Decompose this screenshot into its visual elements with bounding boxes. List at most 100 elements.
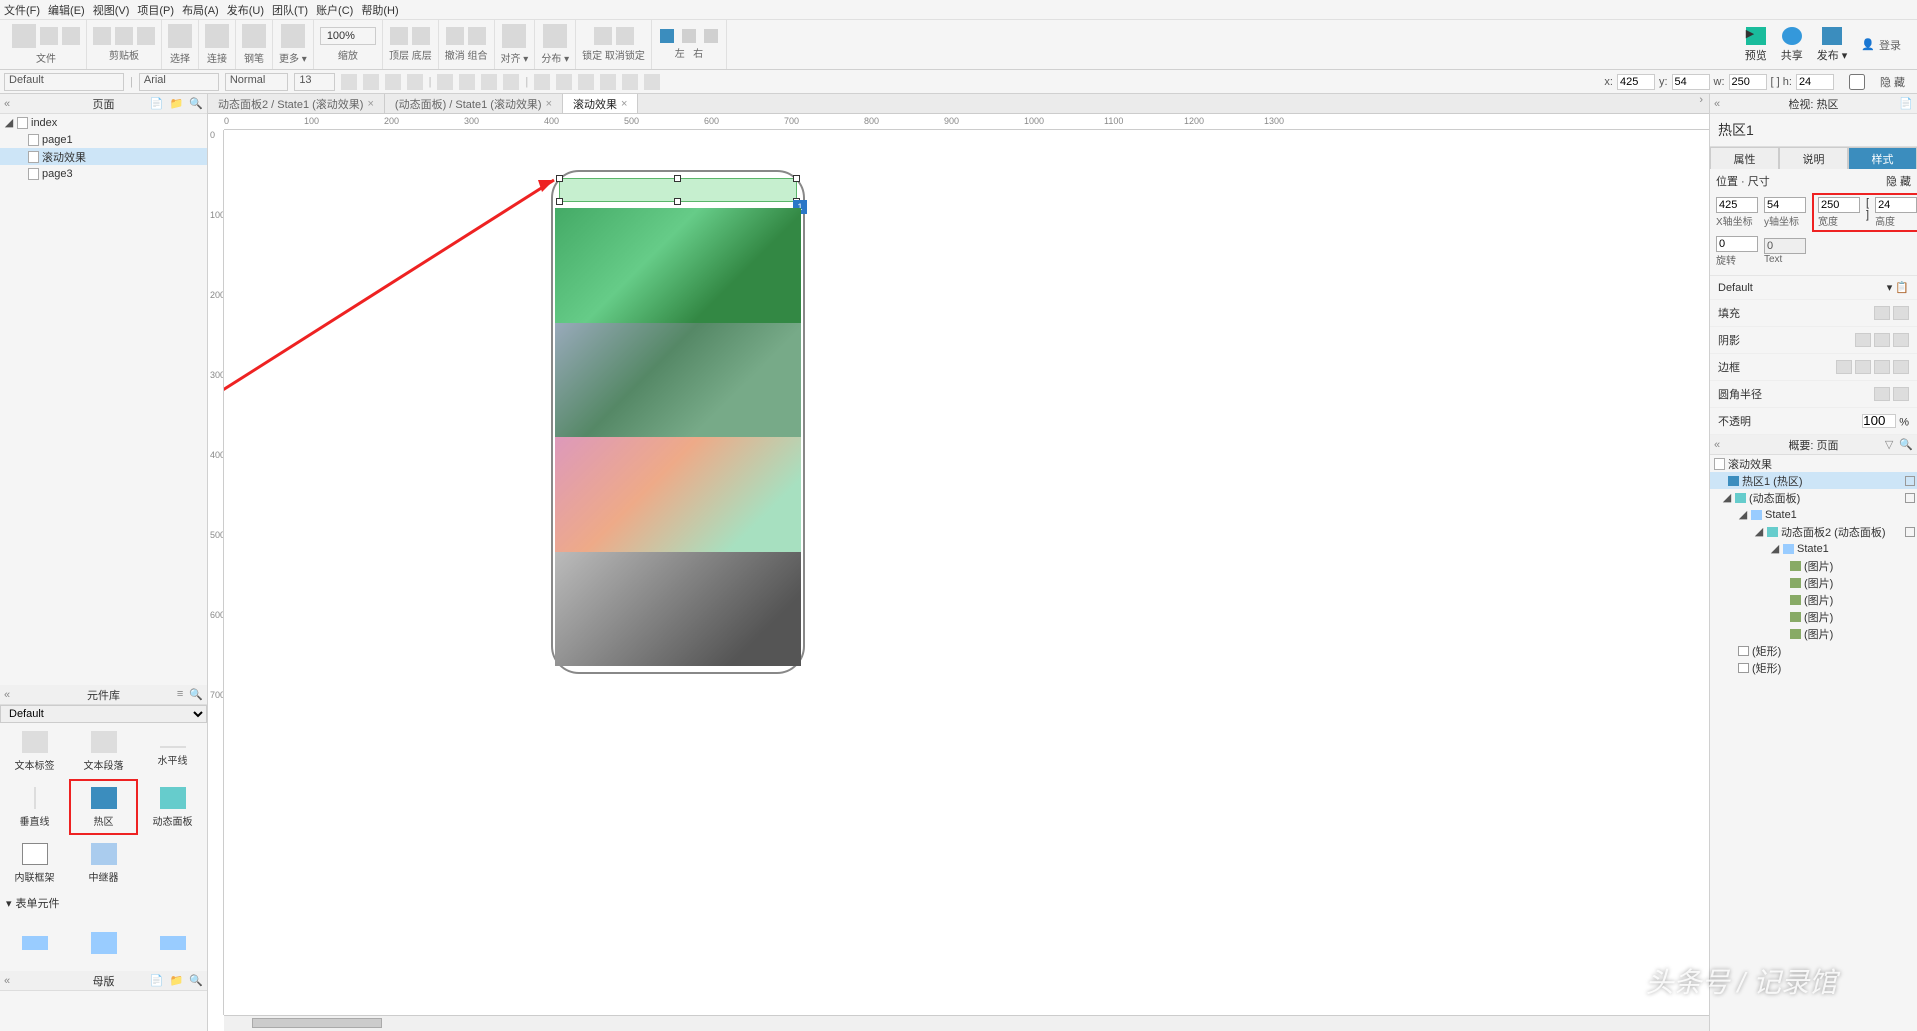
folder-icon[interactable]: 📁: [170, 974, 184, 987]
align-r-btn[interactable]: [578, 74, 594, 90]
fill-swatch[interactable]: [1874, 306, 1890, 320]
page-icon[interactable]: 📄: [1899, 97, 1913, 110]
collapse-icon[interactable]: «: [4, 98, 10, 110]
preview-icon[interactable]: ▶: [1746, 27, 1766, 45]
zoom-select[interactable]: 100%: [320, 27, 376, 45]
menu-team[interactable]: 团队(T): [272, 2, 308, 18]
weight-select[interactable]: Normal: [225, 73, 288, 91]
copy-icon[interactable]: [115, 27, 133, 45]
lock-icon[interactable]: [594, 27, 612, 45]
publish-icon[interactable]: [1822, 27, 1842, 45]
cut-icon[interactable]: [93, 27, 111, 45]
shadow-btn[interactable]: [503, 74, 519, 90]
widget-form-item[interactable]: [0, 915, 69, 971]
widget-text-label[interactable]: 文本标签: [0, 723, 69, 779]
text-color-btn[interactable]: [407, 74, 423, 90]
outline-item[interactable]: (矩形): [1710, 659, 1917, 676]
share-icon[interactable]: [1782, 27, 1802, 45]
outline-item[interactable]: (图片): [1710, 591, 1917, 608]
align-l-btn[interactable]: [534, 74, 550, 90]
widget-hotspot[interactable]: 热区: [69, 779, 138, 835]
menu-help[interactable]: 帮助(H): [361, 2, 398, 18]
select-icon[interactable]: [168, 24, 192, 48]
open-file-icon[interactable]: [40, 27, 58, 45]
doc-style-select[interactable]: Default: [4, 73, 124, 91]
valign-b-btn[interactable]: [644, 74, 660, 90]
menu-publish[interactable]: 发布(U): [227, 2, 264, 18]
italic-btn[interactable]: [363, 74, 379, 90]
collapse-icon[interactable]: «: [1714, 98, 1720, 110]
widget-text-para[interactable]: 文本段落: [69, 723, 138, 779]
group-icon[interactable]: [468, 27, 486, 45]
login-button[interactable]: 👤登录: [1861, 37, 1901, 53]
tree-page-active[interactable]: 滚动效果: [0, 148, 207, 165]
tab-props[interactable]: 属性: [1710, 147, 1779, 169]
collapse-icon[interactable]: «: [1714, 439, 1720, 451]
tab[interactable]: (动态面板) / State1 (滚动效果)×: [385, 94, 563, 113]
outline-item[interactable]: (图片): [1710, 557, 1917, 574]
outline-item[interactable]: (图片): [1710, 625, 1917, 642]
paste-icon[interactable]: [137, 27, 155, 45]
outline-item[interactable]: (矩形): [1710, 642, 1917, 659]
widget-iframe[interactable]: 内联框架: [0, 835, 69, 891]
add-page-icon[interactable]: 📄: [150, 97, 164, 110]
image-4[interactable]: [555, 552, 801, 667]
menu-edit[interactable]: 编辑(E): [48, 2, 85, 18]
more-icon[interactable]: [281, 24, 305, 48]
font-select[interactable]: Arial: [139, 73, 219, 91]
add-icon[interactable]: 📄: [150, 974, 164, 987]
unlock-icon[interactable]: [616, 27, 634, 45]
hotspot-selection[interactable]: [559, 178, 797, 202]
save-file-icon[interactable]: [62, 27, 80, 45]
bold-btn[interactable]: [341, 74, 357, 90]
lib-select[interactable]: Default: [0, 705, 207, 723]
filter-icon[interactable]: ▽: [1885, 438, 1893, 451]
selection-name[interactable]: 热区1: [1710, 114, 1917, 147]
search-icon[interactable]: 🔍: [189, 688, 203, 701]
outline-item[interactable]: ◢State1: [1710, 540, 1917, 557]
widget-hline[interactable]: 水平线: [138, 723, 207, 779]
scroll-right-icon[interactable]: ›: [1693, 94, 1709, 113]
resize-handle[interactable]: [674, 198, 681, 205]
close-icon[interactable]: ×: [546, 98, 552, 110]
canvas[interactable]: 1: [224, 130, 1709, 1015]
line-btn[interactable]: [459, 74, 475, 90]
menu-view[interactable]: 视图(V): [93, 2, 130, 18]
tab-active[interactable]: 滚动效果×: [563, 94, 638, 113]
resize-handle[interactable]: [674, 175, 681, 182]
image-2[interactable]: [555, 323, 801, 438]
insp-y-input[interactable]: [1764, 197, 1806, 213]
front-icon[interactable]: [390, 27, 408, 45]
align-center-btn[interactable]: [682, 29, 696, 43]
size-select[interactable]: 13: [294, 73, 334, 91]
insp-w-input[interactable]: [1818, 197, 1860, 213]
shadow-swatch[interactable]: [1855, 333, 1871, 347]
scroll-thumb[interactable]: [252, 1018, 382, 1028]
resize-handle[interactable]: [556, 198, 563, 205]
image-1[interactable]: [555, 208, 801, 323]
menu-icon[interactable]: ≡: [177, 688, 183, 701]
distribute-icon[interactable]: [543, 24, 567, 48]
valign-t-btn[interactable]: [600, 74, 616, 90]
visibility-toggle[interactable]: [1905, 476, 1915, 486]
image-3[interactable]: [555, 437, 801, 552]
visibility-toggle[interactable]: [1905, 527, 1915, 537]
underline-btn[interactable]: [385, 74, 401, 90]
tab-style[interactable]: 样式: [1848, 147, 1917, 169]
tree-page[interactable]: page1: [0, 131, 207, 148]
widget-form-item[interactable]: [138, 915, 207, 971]
outline-item[interactable]: (图片): [1710, 608, 1917, 625]
widget-vline[interactable]: 垂直线: [0, 779, 69, 835]
outline-item[interactable]: ◢动态面板2 (动态面板): [1710, 523, 1917, 540]
widget-form-item[interactable]: [69, 915, 138, 971]
outline-item[interactable]: ◢(动态面板): [1710, 489, 1917, 506]
align-icon[interactable]: [502, 24, 526, 48]
align-left-btn[interactable]: [660, 29, 674, 43]
align-c-btn[interactable]: [556, 74, 572, 90]
style-select[interactable]: Default: [1718, 282, 1753, 294]
tree-root[interactable]: ◢index: [0, 114, 207, 131]
search-icon[interactable]: 🔍: [189, 974, 203, 987]
form-section-label[interactable]: ▾表单元件: [0, 891, 207, 915]
widget-repeater[interactable]: 中继器: [69, 835, 138, 891]
w-input[interactable]: [1729, 74, 1767, 90]
